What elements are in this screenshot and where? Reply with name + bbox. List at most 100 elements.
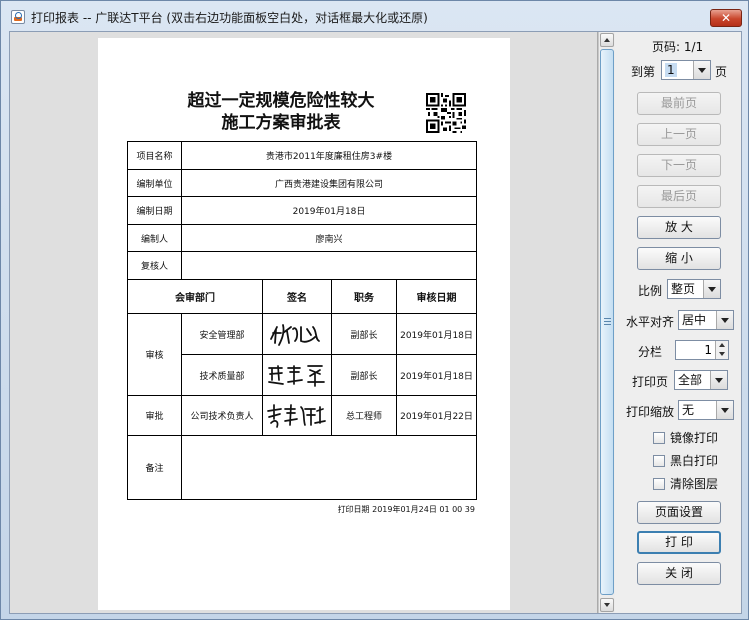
scroll-down-button[interactable] [600, 598, 614, 612]
table-row: 审批 公司技术负责人 总工程师 2019年01月22日 [127, 395, 477, 436]
first-page-button[interactable]: 最前页 [637, 92, 721, 115]
handwritten-signature-icon [270, 324, 320, 346]
row-label: 项目名称 [127, 141, 182, 170]
signature-image [262, 354, 332, 396]
print-scale-label: 打印缩放 [626, 405, 675, 419]
signature-image [262, 395, 332, 436]
row-value [181, 251, 477, 280]
approval-title: 副部长 [331, 354, 397, 396]
window-title: 打印报表 -- 广联达T平台 (双击右边功能面板空白处，对话框最大化或还原) [31, 11, 428, 25]
print-scale-select[interactable]: 无 [678, 400, 734, 420]
chevron-down-icon[interactable] [693, 61, 710, 79]
chevron-down-icon[interactable] [703, 280, 720, 298]
scale-select[interactable]: 整页 [667, 279, 721, 299]
arrow-up-icon [604, 38, 610, 42]
chevron-down-icon[interactable] [710, 371, 727, 389]
approval-dept: 安全管理部 [181, 313, 263, 355]
spinner-arrows-icon[interactable] [715, 341, 728, 359]
bw-print-label: 黑白打印 [670, 454, 719, 468]
row-label: 编制日期 [127, 196, 182, 225]
columns-spinner[interactable]: 1 [675, 340, 729, 360]
scroll-up-button[interactable] [600, 33, 614, 47]
columns-value: 1 [704, 343, 712, 357]
checkbox-icon[interactable] [653, 478, 665, 490]
remarks-label: 备注 [127, 435, 182, 500]
print-report-window: 打印报表 -- 广联达T平台 (双击右边功能面板空白处，对话框最大化或还原) ✕… [0, 0, 749, 620]
print-preview-area[interactable]: 超过一定规模危险性较大 施工方案审批表 项目名称 贵港市2011年度廉租住房3#… [10, 32, 598, 613]
remarks-value [181, 435, 477, 500]
function-panel[interactable]: 页码: 1/1 到第 1 页 最前页 上一页 下一页 最后页 放 大 缩 小 比… [616, 32, 742, 613]
scale-value: 整页 [671, 282, 696, 296]
goto-page-value: 1 [665, 63, 677, 77]
print-date: 打印日期 2019年01月24日 01 00 39 [337, 505, 475, 514]
halign-label: 水平对齐 [626, 315, 675, 329]
row-value: 贵港市2011年度廉租住房3#楼 [181, 141, 477, 170]
zoom-in-button[interactable]: 放 大 [637, 216, 721, 239]
approval-title: 副部长 [331, 313, 397, 355]
approval-dept: 技术质量部 [181, 354, 263, 396]
signature-image [262, 313, 332, 355]
halign-value: 居中 [682, 313, 707, 327]
close-button[interactable]: 关 闭 [637, 562, 721, 585]
approve-label: 审批 [127, 395, 182, 436]
handwritten-signature-icon [267, 403, 326, 428]
approval-date: 2019年01月18日 [396, 313, 477, 355]
table-row: 复核人 [127, 251, 477, 280]
grip-icon [604, 318, 611, 325]
header-title: 职务 [331, 279, 397, 314]
bw-print-checkbox[interactable]: 黑白打印 [653, 452, 718, 468]
row-label: 复核人 [127, 251, 182, 280]
row-value: 2019年01月18日 [181, 196, 477, 225]
print-pages-select[interactable]: 全部 [674, 370, 728, 390]
row-label: 编制人 [127, 224, 182, 252]
approval-title: 总工程师 [331, 395, 397, 436]
columns-label: 分栏 [638, 345, 663, 359]
clear-layer-label: 清除图层 [670, 477, 719, 491]
mirror-print-label: 镜像打印 [670, 431, 719, 445]
chevron-down-icon[interactable] [716, 401, 733, 419]
halign-select[interactable]: 居中 [678, 310, 734, 330]
table-row: 编制日期 2019年01月18日 [127, 196, 477, 225]
qr-code [426, 93, 466, 133]
last-page-button[interactable]: 最后页 [637, 185, 721, 208]
mirror-print-checkbox[interactable]: 镜像打印 [653, 429, 718, 445]
prev-page-button[interactable]: 上一页 [637, 123, 721, 146]
dialog-client-area: 超过一定规模危险性较大 施工方案审批表 项目名称 贵港市2011年度廉租住房3#… [9, 31, 742, 614]
scrollbar-thumb[interactable] [600, 49, 614, 595]
print-button[interactable]: 打 印 [637, 531, 721, 554]
header-dept: 会审部门 [127, 279, 263, 314]
document-title-line1: 超过一定规模危险性较大 [187, 91, 375, 111]
java-app-icon [11, 10, 25, 24]
print-scale-value: 无 [682, 403, 695, 417]
page-code-text: 页码: [652, 40, 681, 54]
preview-page: 超过一定规模危险性较大 施工方案审批表 项目名称 贵港市2011年度廉租住房3#… [98, 38, 510, 610]
zoom-out-button[interactable]: 缩 小 [637, 247, 721, 270]
close-window-button[interactable]: ✕ [710, 9, 742, 27]
row-label: 编制单位 [127, 169, 182, 197]
next-page-button[interactable]: 下一页 [637, 154, 721, 177]
title-bar[interactable]: 打印报表 -- 广联达T平台 (双击右边功能面板空白处，对话框最大化或还原) ✕ [1, 1, 748, 31]
goto-label: 到第 [631, 65, 656, 79]
checkbox-icon[interactable] [653, 432, 665, 444]
page-code-value: 1/1 [683, 40, 704, 54]
print-pages-value: 全部 [678, 373, 703, 387]
approval-date: 2019年01月18日 [396, 354, 477, 396]
page-setup-button[interactable]: 页面设置 [637, 501, 721, 524]
chevron-down-icon[interactable] [716, 311, 733, 329]
table-row: 编制人 廖南兴 [127, 224, 477, 252]
checkbox-icon[interactable] [653, 455, 665, 467]
approval-dept: 公司技术负责人 [181, 395, 263, 436]
table-row: 项目名称 贵港市2011年度廉租住房3#楼 [127, 141, 477, 170]
arrow-down-icon [604, 603, 610, 607]
approval-header-row: 会审部门 签名 职务 审核日期 [127, 279, 477, 314]
review-label: 审核 [127, 313, 182, 396]
approval-form-table: 项目名称 贵港市2011年度廉租住房3#楼 编制单位 广西贵港建设集团有限公司 … [127, 141, 477, 500]
goto-page-select[interactable]: 1 [661, 60, 711, 80]
table-row: 编制单位 广西贵港建设集团有限公司 [127, 169, 477, 197]
scale-label: 比例 [638, 284, 663, 298]
page-code-label: 页码: 1/1 [652, 38, 703, 55]
row-value: 廖南兴 [181, 224, 477, 252]
clear-layer-checkbox[interactable]: 清除图层 [653, 475, 718, 491]
vertical-scrollbar[interactable] [598, 32, 615, 613]
print-pages-label: 打印页 [632, 375, 669, 389]
